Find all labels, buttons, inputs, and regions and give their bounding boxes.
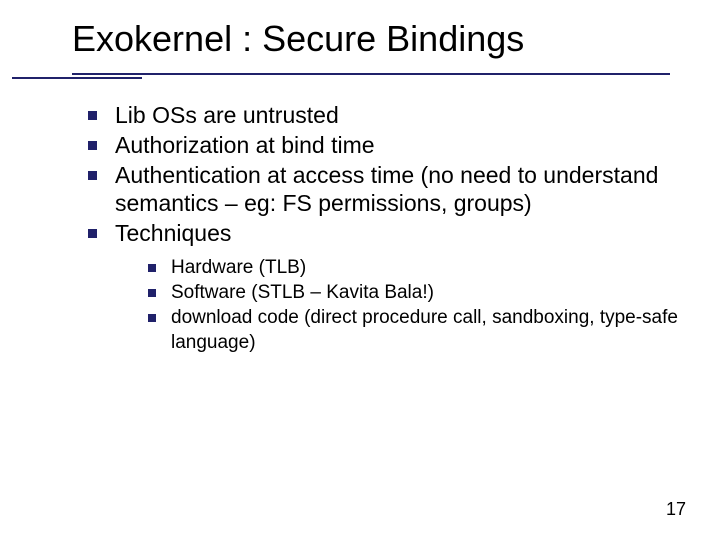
list-item: Authorization at bind time — [88, 131, 680, 160]
list-item: Authentication at access time (no need t… — [88, 161, 680, 219]
bullet-list: Lib OSs are untrusted Authorization at b… — [88, 101, 680, 248]
content-area: Lib OSs are untrusted Authorization at b… — [88, 101, 680, 355]
square-bullet-icon — [88, 141, 97, 150]
square-bullet-icon — [148, 289, 156, 297]
slide: Exokernel : Secure Bindings Lib OSs are … — [0, 0, 720, 540]
list-item: Techniques — [88, 219, 680, 248]
sub-bullet-list: Hardware (TLB) Software (STLB – Kavita B… — [148, 256, 680, 355]
square-bullet-icon — [88, 171, 97, 180]
bullet-text: Authentication at access time (no need t… — [115, 161, 680, 219]
bullet-text: Lib OSs are untrusted — [115, 101, 680, 130]
sub-bullet-text: download code (direct procedure call, sa… — [171, 306, 680, 355]
page-number: 17 — [666, 499, 686, 520]
list-item: Lib OSs are untrusted — [88, 101, 680, 130]
square-bullet-icon — [148, 264, 156, 272]
bullet-text: Authorization at bind time — [115, 131, 680, 160]
bullet-text: Techniques — [115, 219, 680, 248]
square-bullet-icon — [148, 314, 156, 322]
title-rule-short — [12, 77, 142, 79]
square-bullet-icon — [88, 111, 97, 120]
list-item: Hardware (TLB) — [148, 256, 680, 280]
title-area: Exokernel : Secure Bindings — [72, 0, 690, 79]
list-item: download code (direct procedure call, sa… — [148, 306, 680, 355]
title-rule-long — [72, 73, 670, 75]
slide-title: Exokernel : Secure Bindings — [72, 18, 690, 70]
sub-bullet-text: Hardware (TLB) — [171, 256, 680, 280]
sub-bullet-text: Software (STLB – Kavita Bala!) — [171, 281, 680, 305]
square-bullet-icon — [88, 229, 97, 238]
list-item: Software (STLB – Kavita Bala!) — [148, 281, 680, 305]
